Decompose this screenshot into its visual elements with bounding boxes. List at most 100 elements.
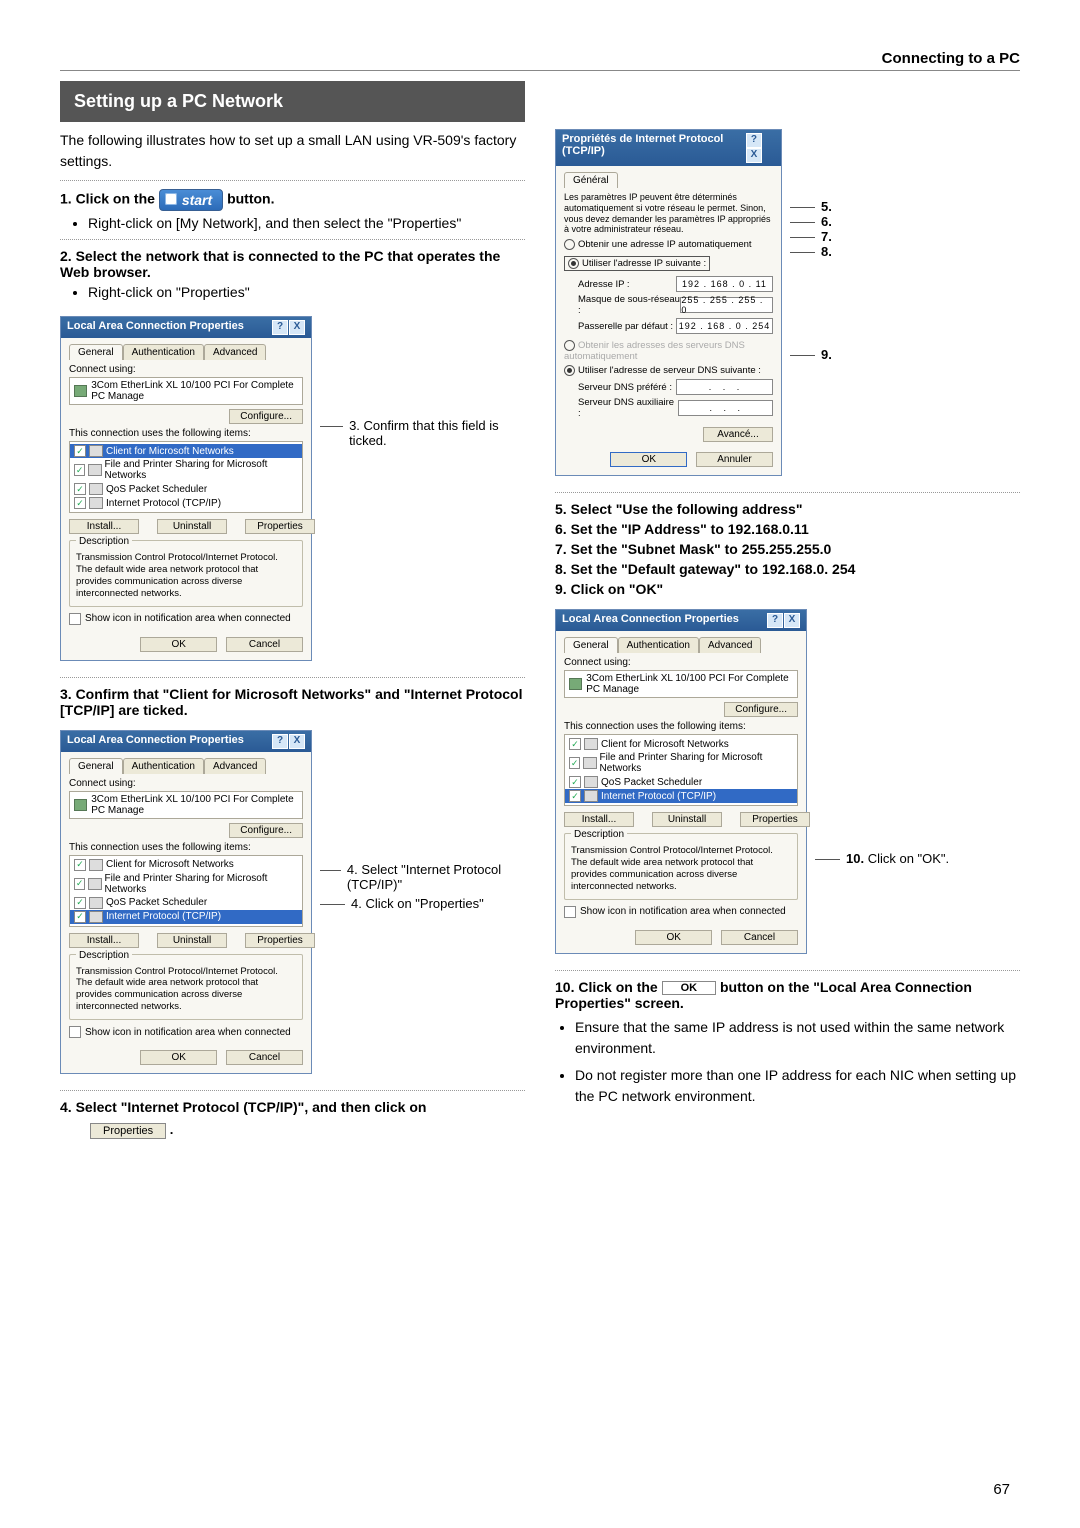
step-7: 7. Set the "Subnet Mask" to 255.255.255.…	[555, 541, 1020, 557]
close-icon: X	[746, 148, 762, 163]
description-text: Transmission Control Protocol/Internet P…	[76, 966, 296, 1014]
item-qos: QoS Packet Scheduler	[601, 777, 702, 788]
checkbox-icon	[74, 911, 86, 923]
ip-mask-label: Masque de sous-réseau :	[578, 294, 680, 316]
step-1-prefix: 1. Click on the	[60, 191, 155, 207]
tab-adv: Advanced	[204, 344, 266, 360]
ip-info: Les paramètres IP peuvent être déterminé…	[564, 192, 773, 235]
item-tcpip: Internet Protocol (TCP/IP)	[601, 791, 716, 802]
ok-button-inline: OK	[662, 981, 717, 995]
lac-dialog-2: Local Area Connection Properties ?X Gene…	[60, 730, 312, 1075]
intro-text: The following illustrates how to set up …	[60, 130, 525, 172]
tip-1: Ensure that the same IP address is not u…	[575, 1017, 1020, 1059]
ip-addr-label: Adresse IP :	[578, 279, 630, 290]
description-text: Transmission Control Protocol/Internet P…	[571, 845, 791, 893]
section-title: Setting up a PC Network	[60, 81, 525, 122]
configure-button: Configure...	[724, 702, 798, 717]
checkbox-icon	[569, 790, 581, 802]
item-fps: File and Printer Sharing for Microsoft N…	[105, 459, 298, 481]
callout-9: 9.	[821, 347, 832, 362]
service-icon	[88, 464, 101, 476]
properties-button: Properties	[245, 519, 315, 534]
dns2-label: Serveur DNS auxiliaire :	[578, 397, 678, 419]
ok-button: OK	[140, 1050, 217, 1065]
titlebar-icons: ?X	[745, 133, 775, 163]
lac-dialog-1: Local Area Connection Properties ?X Gene…	[60, 316, 312, 661]
connect-using-label: Connect using:	[69, 778, 303, 789]
step-10-prefix: 10. Click on the	[555, 979, 658, 995]
help-icon: ?	[272, 320, 288, 335]
dns-manual-label: Utiliser l'adresse de serveur DNS suivan…	[578, 365, 761, 376]
checkbox-icon	[564, 906, 576, 918]
service-icon	[89, 445, 103, 457]
step-3: 3. Confirm that "Client for Microsoft Ne…	[60, 686, 525, 718]
dns1-label: Serveur DNS préféré :	[578, 382, 672, 393]
show-icon-label: Show icon in notification area when conn…	[580, 906, 786, 917]
cancel-button: Cancel	[226, 1050, 303, 1065]
service-icon	[89, 483, 103, 495]
tab-general: General	[69, 758, 123, 774]
dns2-field: . . .	[678, 400, 773, 416]
radio-icon	[564, 239, 575, 250]
step-9: 9. Click on "OK"	[555, 581, 1020, 597]
service-icon	[584, 738, 598, 750]
dns-auto-label: Obtenir les adresses des serveurs DNS au…	[564, 340, 745, 362]
show-icon-label: Show icon in notification area when conn…	[85, 613, 291, 624]
help-icon: ?	[746, 133, 762, 148]
checkbox-icon	[74, 445, 86, 457]
item-qos: QoS Packet Scheduler	[106, 897, 207, 908]
step-4: 4. Select "Internet Protocol (TCP/IP)", …	[60, 1099, 525, 1115]
tab-adv: Advanced	[699, 637, 761, 653]
checkbox-icon	[569, 738, 581, 750]
service-icon	[89, 859, 103, 871]
checkbox-icon	[74, 897, 86, 909]
help-icon: ?	[767, 613, 783, 628]
page-header: Connecting to a PC	[60, 50, 1020, 71]
nic-field: 3Com EtherLink XL 10/100 PCI For Complet…	[564, 670, 798, 698]
items-list: Client for Microsoft Networks File and P…	[69, 855, 303, 927]
callout-8: 8.	[821, 244, 832, 259]
uninstall-button: Uninstall	[157, 933, 227, 948]
protocol-icon	[89, 911, 103, 923]
item-client: Client for Microsoft Networks	[106, 446, 234, 457]
service-icon	[88, 878, 101, 890]
checkbox-icon	[74, 483, 86, 495]
callout-6: 6.	[821, 214, 832, 229]
install-button: Install...	[564, 812, 634, 827]
item-client: Client for Microsoft Networks	[106, 859, 234, 870]
checkbox-icon	[74, 878, 85, 890]
ip-auto-label: Obtenir une adresse IP automatiquement	[578, 239, 752, 250]
radio-icon	[568, 258, 579, 269]
titlebar-icons: ?X	[271, 320, 305, 335]
cancel-button: Cancel	[226, 637, 303, 652]
items-list: Client for Microsoft Networks File and P…	[564, 734, 798, 806]
ip-gw-label: Passerelle par défaut :	[578, 321, 673, 332]
protocol-icon	[89, 497, 103, 509]
titlebar-icons: ?X	[766, 613, 800, 628]
properties-button-inline: Properties	[90, 1123, 166, 1139]
callout-7: 7.	[821, 229, 832, 244]
nic-name: 3Com EtherLink XL 10/100 PCI For Complet…	[91, 380, 298, 402]
radio-icon	[564, 340, 575, 351]
install-button: Install...	[69, 519, 139, 534]
tab-auth: Authentication	[123, 758, 204, 774]
right-column: Propriétés de Internet Protocol (TCP/IP)…	[555, 81, 1020, 1139]
nic-field: 3Com EtherLink XL 10/100 PCI For Complet…	[69, 791, 303, 819]
description-label: Description	[76, 536, 132, 547]
step-6: 6. Set the "IP Address" to 192.168.0.11	[555, 521, 1020, 537]
item-tcpip: Internet Protocol (TCP/IP)	[106, 498, 221, 509]
step-2: 2. Select the network that is connected …	[60, 248, 525, 280]
advanced-button: Avancé...	[703, 427, 773, 442]
ip-gw-field: 192 . 168 . 0 . 254	[676, 318, 773, 334]
callout-5: 5.	[821, 199, 832, 214]
dlg-title: Local Area Connection Properties	[67, 734, 244, 749]
nic-field: 3Com EtherLink XL 10/100 PCI For Complet…	[69, 377, 303, 405]
uses-items-label: This connection uses the following items…	[69, 842, 303, 853]
uses-items-label: This connection uses the following items…	[69, 428, 303, 439]
tab-auth: Authentication	[123, 344, 204, 360]
nic-icon	[74, 799, 87, 811]
left-column: Setting up a PC Network The following il…	[60, 81, 525, 1139]
ip-manual-label: Utiliser l'adresse IP suivante :	[582, 258, 706, 269]
uninstall-button: Uninstall	[157, 519, 227, 534]
uses-items-label: This connection uses the following items…	[564, 721, 798, 732]
